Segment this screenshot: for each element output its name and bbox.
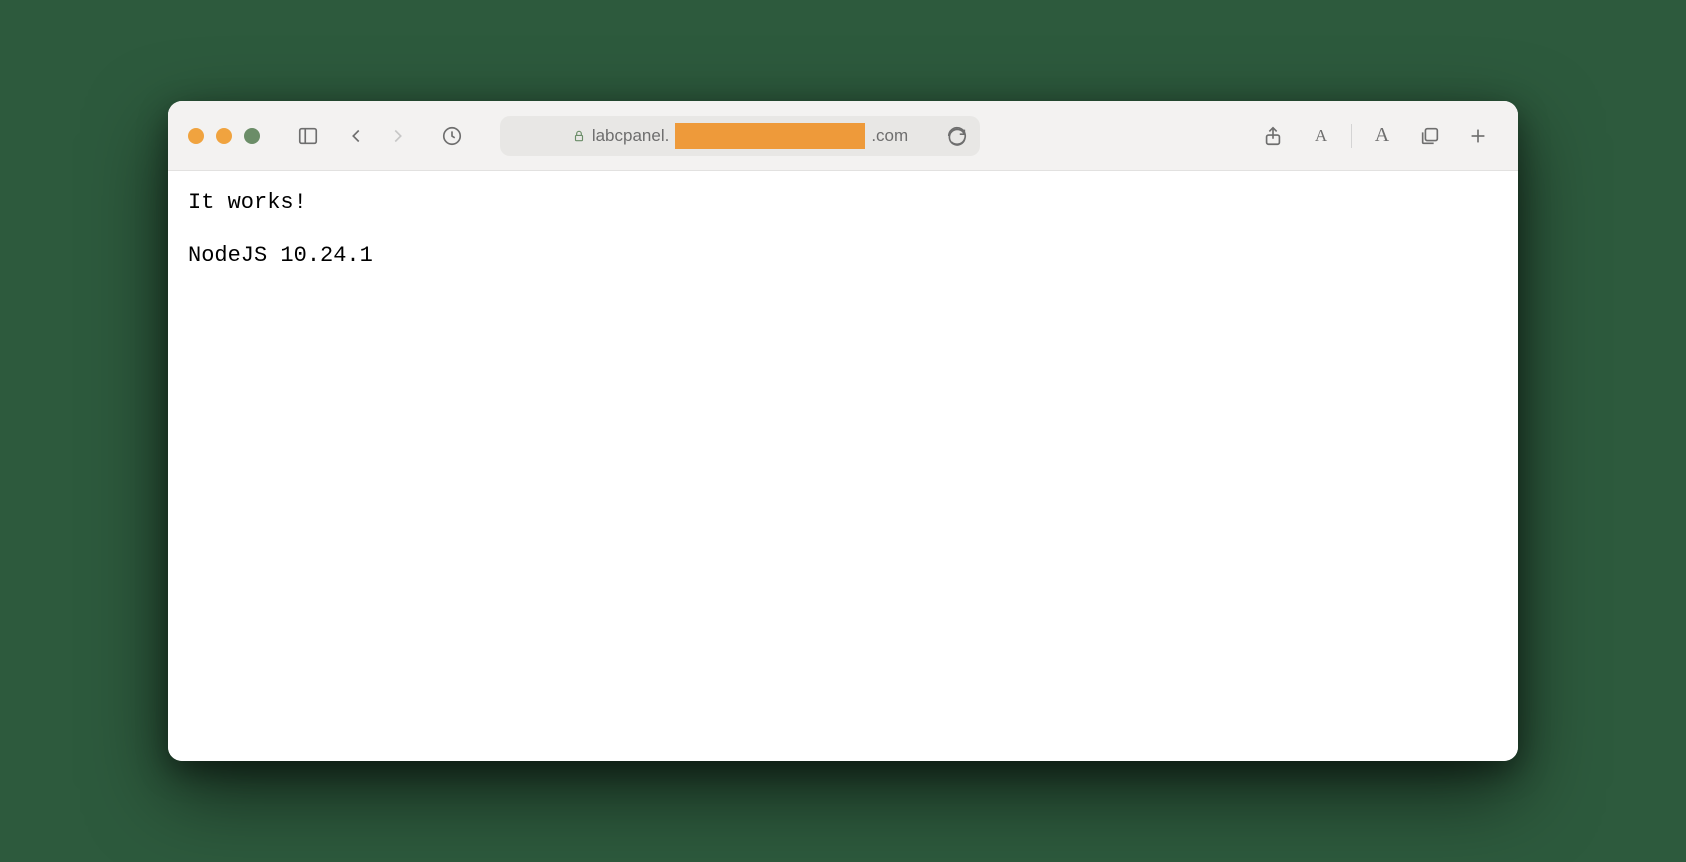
chevron-left-icon <box>345 125 367 147</box>
font-large-icon: A <box>1375 124 1389 147</box>
url-prefix: labcpanel. <box>592 126 670 146</box>
close-window-button[interactable] <box>188 128 204 144</box>
minimize-window-button[interactable] <box>216 128 232 144</box>
page-content: It works! NodeJS 10.24.1 <box>168 171 1518 761</box>
plus-icon <box>1467 125 1489 147</box>
status-text: It works! <box>188 189 1498 218</box>
tabs-icon <box>1419 125 1441 147</box>
browser-toolbar: labcpanel. .com A A <box>168 101 1518 171</box>
sidebar-icon <box>297 125 319 147</box>
reload-button[interactable] <box>946 125 968 147</box>
browser-window: labcpanel. .com A A <box>168 101 1518 761</box>
share-button[interactable] <box>1253 116 1293 156</box>
clock-icon <box>441 125 463 147</box>
toolbar-divider <box>1351 124 1352 148</box>
sidebar-toggle-button[interactable] <box>288 116 328 156</box>
url-redacted <box>675 123 865 149</box>
font-size-large-button[interactable]: A <box>1362 116 1402 156</box>
lock-icon <box>572 129 586 143</box>
font-size-small-button[interactable]: A <box>1301 116 1341 156</box>
url-suffix: .com <box>871 126 908 146</box>
window-controls <box>188 128 260 144</box>
back-button[interactable] <box>336 116 376 156</box>
share-icon <box>1262 125 1284 147</box>
version-text: NodeJS 10.24.1 <box>188 242 1498 271</box>
font-small-icon: A <box>1315 126 1327 146</box>
address-bar[interactable]: labcpanel. .com <box>500 116 980 156</box>
maximize-window-button[interactable] <box>244 128 260 144</box>
chevron-right-icon <box>387 125 409 147</box>
history-button[interactable] <box>432 116 472 156</box>
new-tab-button[interactable] <box>1458 116 1498 156</box>
reload-icon <box>946 125 968 147</box>
forward-button[interactable] <box>378 116 418 156</box>
address-content: labcpanel. .com <box>572 123 908 149</box>
tabs-button[interactable] <box>1410 116 1450 156</box>
